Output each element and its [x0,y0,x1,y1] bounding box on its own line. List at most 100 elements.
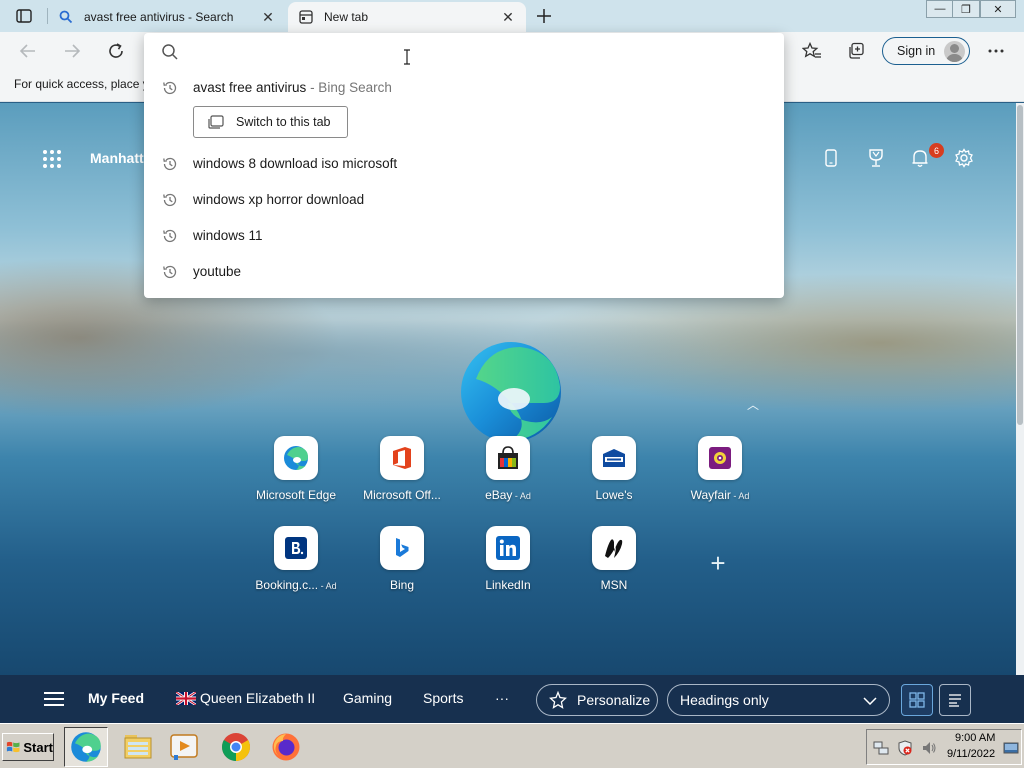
volume-icon[interactable] [921,740,937,756]
hamburger-icon [44,692,64,694]
collections-button[interactable] [842,37,870,65]
quick-link-msn[interactable]: MSN [564,526,664,606]
page-scrollbar[interactable] [1016,103,1024,675]
feed-tab-sports[interactable]: Sports [423,690,463,706]
tile-label: Wayfair - Ad [690,488,750,502]
suggestion-text: avast free antivirus - Bing Search [193,80,392,95]
favorites-bar-hint: For quick access, place y [14,77,149,91]
suggestion-item[interactable]: youtube [144,257,784,287]
suggestion-item[interactable]: windows xp horror download [144,185,784,215]
windows-logo-icon [6,741,20,753]
search-icon [162,44,178,60]
edge-icon [71,732,101,762]
quick-link-microsoft-edge[interactable]: Microsoft Edge [246,436,346,516]
back-arrow-icon [19,44,35,58]
suggestion-item[interactable]: windows 8 download iso microsoft [144,149,784,179]
history-icon [163,81,177,95]
clock-date[interactable]: 9/11/2022 [947,748,995,760]
edge-icon [274,436,318,480]
close-window-button[interactable]: ✕ [980,0,1016,18]
forward-button[interactable] [58,37,86,65]
feed-menu-button[interactable] [44,689,64,709]
quick-link-wayfair[interactable]: Wayfair - Ad [670,436,770,516]
grid-view-button[interactable] [901,684,933,716]
page-settings-button[interactable] [951,145,977,171]
minimize-button[interactable]: — [926,0,954,18]
list-view-icon [949,694,961,707]
weather-location[interactable]: Manhatta [90,150,151,166]
tile-label: MSN [600,578,628,592]
grid-view-icon [909,692,925,708]
address-bar-input[interactable] [190,39,760,65]
suggestion-text: youtube [193,264,242,279]
scrollbar-thumb[interactable] [1017,105,1023,425]
folder-icon [124,735,152,759]
quick-link-linkedin[interactable]: LinkedIn [458,526,558,606]
taskbar-app-media-player[interactable] [162,727,206,767]
tab-avast-search[interactable]: avast free antivirus - Search ✕ [48,2,286,32]
feed-tab-my-feed[interactable]: My Feed [88,690,144,706]
new-tab-button[interactable] [532,4,556,28]
layout-select[interactable]: Headings only [667,684,890,716]
apps-launcher-button[interactable] [40,147,64,171]
sign-in-button[interactable]: Sign in [882,37,970,65]
layout-select-value: Headings only [680,692,769,708]
quick-link-booking[interactable]: Booking.c... - Ad [246,526,346,606]
feed-tab-gaming[interactable]: Gaming [343,690,392,706]
sign-in-label: Sign in [897,44,936,58]
security-alert-icon[interactable] [897,740,913,756]
tab-title: avast free antivirus - Search [84,10,234,24]
clock-time[interactable]: 9:00 AM [955,732,995,744]
firefox-icon [272,733,300,761]
sparkle-edit-icon [549,691,567,709]
feed-tab-queen-elizabeth[interactable]: Queen Elizabeth II [176,690,315,706]
edge-logo-icon [461,342,561,442]
mobile-button[interactable] [818,145,844,171]
history-icon [163,229,177,243]
tile-label: eBay - Ad [485,488,531,502]
history-icon [163,193,177,207]
forward-arrow-icon [65,44,81,58]
restore-button[interactable]: ❐ [952,0,980,18]
quick-link-lowes[interactable]: Lowe's [564,436,664,516]
start-button[interactable]: Start [2,733,54,761]
rewards-button[interactable] [863,145,889,171]
favorites-button[interactable] [798,37,826,65]
switch-tab-icon [208,115,224,129]
close-tab-icon[interactable]: ✕ [260,9,276,25]
os-taskbar: Start [0,723,1024,768]
taskbar-app-edge[interactable] [64,727,108,767]
feed-more-button[interactable]: ··· [495,690,509,706]
tile-label: Microsoft Edge [255,488,337,502]
add-quick-link-button[interactable]: + [706,550,730,576]
personalize-button[interactable]: Personalize [536,684,658,716]
collapse-chevron-icon[interactable]: ︿ [747,396,759,413]
settings-more-button[interactable] [982,37,1010,65]
taskbar-app-explorer[interactable] [116,727,160,767]
list-view-button[interactable] [939,684,971,716]
app-launcher-icon [40,147,64,171]
tile-label: Lowe's [595,488,633,502]
suggestion-item[interactable]: avast free antivirus - Bing Search [144,73,784,103]
suggestion-item[interactable]: windows 11 [144,221,784,251]
taskbar-app-firefox[interactable] [264,727,308,767]
feed-navigation-bar: My Feed Queen Elizabeth II Gaming Sports… [0,675,1024,723]
switch-to-tab-button[interactable]: Switch to this tab [193,106,348,138]
msn-icon [592,526,636,570]
quick-link-microsoft-office[interactable]: Microsoft Off... [352,436,452,516]
close-tab-icon[interactable]: ✕ [500,9,516,25]
new-tab-page-icon [298,9,314,25]
tab-new-tab[interactable]: New tab ✕ [288,2,526,32]
lowes-icon [592,436,636,480]
history-icon [163,157,177,171]
tile-label: Booking.c... - Ad [255,578,337,592]
show-desktop-icon[interactable] [1003,740,1019,756]
network-icon[interactable] [873,740,889,756]
quick-link-ebay[interactable]: eBay - Ad [458,436,558,516]
refresh-button[interactable] [102,37,130,65]
taskbar-app-chrome[interactable] [214,727,258,767]
back-button[interactable] [14,37,42,65]
quick-link-bing[interactable]: Bing [352,526,452,606]
search-icon [58,9,74,25]
tab-actions-button[interactable] [8,5,40,27]
